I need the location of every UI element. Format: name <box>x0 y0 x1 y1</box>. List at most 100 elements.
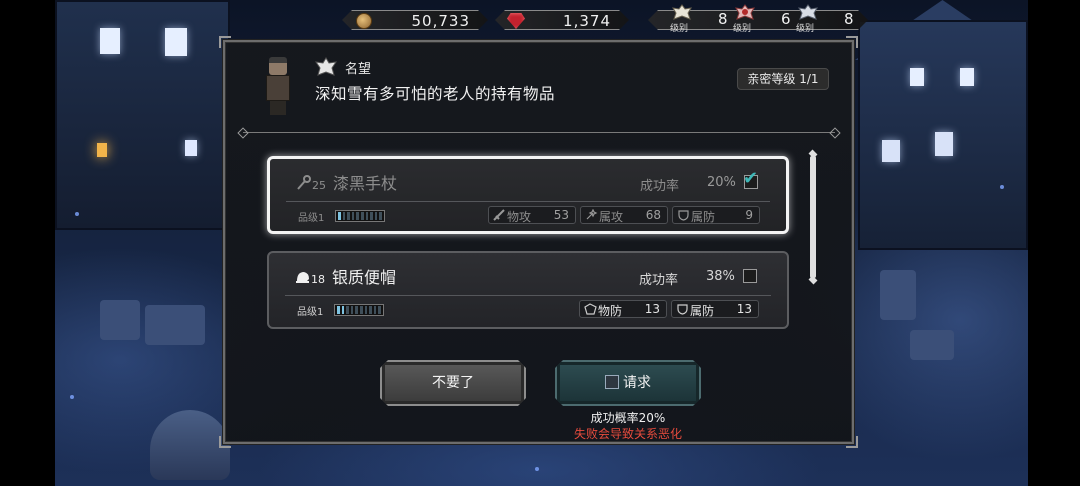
scroll-thumb[interactable] <box>810 156 816 278</box>
grade-bar <box>334 304 384 316</box>
gem-value: 1,374 <box>563 12 611 30</box>
avatar-legs <box>270 101 286 115</box>
stat-phys-defense: 物防 13 <box>579 300 667 318</box>
dialog-title: 深知雪有多可怕的老人的持有物品 <box>315 85 556 103</box>
request-label: 请求 <box>623 375 651 391</box>
item-select-checkbox[interactable] <box>743 269 757 283</box>
decline-button[interactable]: 不要了 <box>380 360 526 406</box>
stat-elem-defense: 属防 9 <box>672 206 760 224</box>
shield-icon <box>678 210 689 221</box>
window <box>165 28 187 56</box>
window <box>910 68 924 86</box>
request-button[interactable]: 请求 <box>555 360 701 406</box>
window <box>100 28 120 54</box>
helmet-icon <box>296 272 309 283</box>
crate <box>910 330 954 360</box>
rank-label: 级别 <box>796 24 815 34</box>
success-rate-label: 成功率 <box>639 273 679 288</box>
frame-corner <box>846 436 858 448</box>
request-icon <box>605 375 619 389</box>
screen-edge-right <box>1028 0 1080 486</box>
fame-skill-icon <box>315 57 337 76</box>
rank-label: 级别 <box>733 24 752 34</box>
screen-edge-left <box>0 0 55 486</box>
item-level: 18 <box>311 273 325 286</box>
grade-label: 品级1 <box>298 213 325 224</box>
gem-icon <box>507 13 525 29</box>
crate <box>880 270 916 320</box>
white-rank-icon <box>672 4 692 20</box>
stat-value: 13 <box>736 302 752 316</box>
stat-value: 9 <box>745 208 753 222</box>
stat-value: 68 <box>645 208 661 222</box>
npc-avatar <box>261 57 295 115</box>
item-name: 银质便帽 <box>332 268 397 287</box>
item-grade: 品级1 <box>298 209 388 224</box>
success-rate-label: 成功率 <box>640 179 680 194</box>
lamp <box>97 143 107 157</box>
item-card-silver-cap[interactable]: 18 银质便帽 成功率 38% 品级1 物防 13 属防 13 <box>267 251 789 329</box>
stat-elem-attack: 属攻 68 <box>580 206 668 224</box>
item-select-checkbox[interactable]: ✔ <box>743 170 758 189</box>
stat-value: 13 <box>644 302 660 316</box>
checkmark-icon: ✔ <box>743 168 759 189</box>
shield-icon <box>677 304 688 315</box>
crate <box>145 305 205 345</box>
window <box>935 132 953 156</box>
window <box>882 140 900 162</box>
intimacy-level-badge: 亲密等级 1/1 <box>737 68 829 90</box>
stat-elem-defense: 属防 13 <box>671 300 759 318</box>
snowflake <box>75 212 79 216</box>
stat-label: 属防 <box>690 304 715 318</box>
skill-name: 名望 <box>345 62 372 77</box>
stat-label: 属防 <box>691 210 716 224</box>
steal-dialog: 名望 深知雪有多可怕的老人的持有物品 亲密等级 1/1 25 漆黑手杖 成功率 … <box>219 36 858 448</box>
header-divider <box>243 132 835 133</box>
red-rank-icon <box>735 4 755 20</box>
magic-icon <box>586 209 598 220</box>
stat-phys-attack: 物攻 53 <box>488 206 576 224</box>
stat-value: 53 <box>553 208 569 222</box>
coin-value: 50,733 <box>411 12 470 30</box>
rank-label: 级别 <box>670 24 689 34</box>
card-divider <box>286 201 770 202</box>
coin-counter: 50,733 <box>342 10 488 30</box>
crate <box>100 300 140 340</box>
rank-count: 6 <box>781 10 791 28</box>
snowflake <box>70 395 74 399</box>
silver-rank-icon <box>798 4 818 20</box>
coin-icon <box>356 13 372 29</box>
success-rate-value: 38% <box>706 269 735 284</box>
snowflake <box>535 467 539 471</box>
stat-label: 物攻 <box>507 210 532 224</box>
item-card-black-staff[interactable]: 25 漆黑手杖 成功率 20% ✔ 品级1 物攻 53 属攻 68 属防 9 <box>267 156 789 234</box>
item-name: 漆黑手杖 <box>333 174 398 193</box>
item-grade: 品级1 <box>297 303 387 318</box>
frame-corner <box>846 36 858 48</box>
success-rate-value: 20% <box>707 175 736 190</box>
item-list-scrollbar[interactable] <box>808 149 818 285</box>
sword-icon <box>493 209 505 221</box>
armor-icon <box>584 303 597 315</box>
frame-corner <box>219 36 231 48</box>
stat-label: 属攻 <box>599 210 624 224</box>
avatar-body <box>266 75 290 101</box>
card-divider <box>285 295 771 296</box>
grade-label: 品级1 <box>297 307 324 318</box>
item-level: 25 <box>312 179 326 192</box>
window <box>960 68 974 86</box>
stone-well <box>150 410 230 480</box>
grade-bar <box>335 210 385 222</box>
success-probability-text: 成功概率20% <box>590 411 666 425</box>
snowflake <box>1000 185 1004 189</box>
window <box>185 140 197 156</box>
avatar-head <box>269 57 287 75</box>
rank-count: 8 <box>718 10 728 28</box>
house-left <box>55 0 230 230</box>
rank-count: 8 <box>844 10 854 28</box>
staff-icon <box>297 175 311 190</box>
gem-counter: 1,374 <box>495 10 629 30</box>
stat-label: 物防 <box>598 304 623 318</box>
failure-warning-text: 失败会导致关系恶化 <box>573 427 682 441</box>
scroll-cap <box>808 275 818 285</box>
